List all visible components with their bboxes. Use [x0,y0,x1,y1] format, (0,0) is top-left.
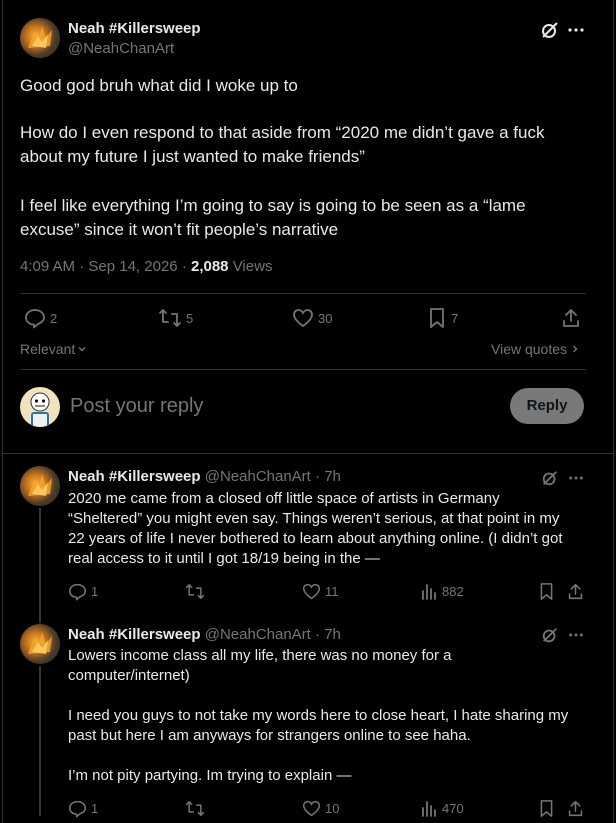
reply-time[interactable]: 7h [324,626,341,643]
grok-icon[interactable] [540,20,560,40]
reply-header: Neah #Killersweep @NeahChanArt · 7h [68,468,341,485]
post-timestamp: 4:09 AM · Sep 14, 2026 · 2,088 Views [20,258,273,275]
reply-count: 1 [91,584,99,599]
reply-header: Neah #Killersweep @NeahChanArt · 7h [68,626,341,643]
thread-line [39,666,41,816]
view-quotes-label: View quotes [491,341,568,357]
reply-count: 1 [91,801,99,816]
reply-author-name[interactable]: Neah #Killersweep [68,468,201,485]
views-count: 470 [442,801,464,816]
reply-icon [68,582,87,601]
post-text-paragraph-2: How do I even respond to that aside from… [20,123,545,166]
share-icon[interactable] [567,799,584,818]
user-avatar[interactable] [20,387,60,427]
bookmark-icon[interactable] [538,799,555,818]
grok-icon[interactable] [541,626,559,644]
more-icon[interactable] [567,469,585,487]
more-icon[interactable] [566,20,586,40]
share-icon[interactable] [567,582,584,601]
bookmark-count: 7 [451,310,459,326]
like-icon [302,582,321,601]
like-count: 11 [325,584,339,599]
like-icon [292,307,314,329]
like-button[interactable]: 11 [302,582,339,601]
chevron-right-icon [571,344,579,354]
views-count: 882 [442,584,464,599]
reply-author-name[interactable]: Neah #Killersweep [68,626,201,643]
repost-button[interactable]: 5 [158,307,193,329]
divider [20,293,586,294]
reply-button[interactable]: 1 [68,799,98,818]
post-text-paragraph-3: I feel like everything I’m going to say … [20,196,526,239]
view-quotes-link[interactable]: View quotes [491,341,579,357]
divider [20,369,586,370]
reply-author-avatar[interactable] [20,466,60,506]
reply-icon [24,307,46,329]
like-count: 10 [325,801,340,816]
thread-line [39,508,41,623]
views-button[interactable]: 470 [420,799,464,818]
like-button[interactable]: 10 [302,799,339,818]
views-icon [420,582,438,601]
reply-text-paragraph-2: I need you guys to not take my words her… [68,707,569,744]
reply-count: 2 [50,310,58,326]
views-button[interactable]: 882 [420,582,464,601]
share-button[interactable] [561,307,581,329]
reply-author-avatar[interactable] [20,624,60,664]
repost-icon [158,307,182,329]
author-avatar[interactable] [20,18,60,58]
like-button[interactable]: 30 [292,307,332,329]
reply-text: 2020 me came from a closed off little sp… [68,490,563,567]
reply-input[interactable] [70,392,490,420]
reply-submit-button[interactable]: Reply [510,388,584,424]
views-icon [420,799,438,818]
reply-text-paragraph-1: Lowers income class all my life, there w… [68,647,452,684]
reply-author-handle[interactable]: @NeahChanArt [205,468,311,485]
like-icon [302,799,321,818]
repost-count: 5 [186,310,194,326]
repost-button[interactable] [185,799,209,818]
post-text-paragraph-1: Good god bruh what did I woke up to [20,76,298,95]
reply-text-paragraph-3: I’m not pity partying. Im trying to expl… [68,767,352,784]
reply-icon [68,799,87,818]
reply-button[interactable]: 1 [68,582,98,601]
chevron-down-icon [77,344,87,354]
bookmark-icon[interactable] [538,582,555,601]
repost-icon [185,582,205,601]
sort-dropdown[interactable]: Relevant [20,341,87,357]
author-name[interactable]: Neah #Killersweep [68,20,201,37]
bookmark-icon [427,307,447,329]
reply-time[interactable]: 7h [324,468,341,485]
repost-icon [185,799,205,818]
sort-label: Relevant [20,341,76,357]
author-handle[interactable]: @NeahChanArt [68,40,174,57]
views-label: Views [232,258,273,275]
reply-button[interactable]: 2 [24,307,57,329]
post-time[interactable]: 4:09 AM [20,258,75,275]
grok-icon[interactable] [541,469,559,487]
views-count: 2,088 [190,258,229,275]
like-count: 30 [318,310,333,326]
bookmark-button[interactable]: 7 [427,307,458,329]
post-date[interactable]: Sep 14, 2026 [88,258,177,275]
reply-author-handle[interactable]: @NeahChanArt [205,626,311,643]
more-icon[interactable] [567,626,585,644]
share-icon [561,307,581,329]
repost-button[interactable] [185,582,209,601]
section-divider [2,453,614,454]
